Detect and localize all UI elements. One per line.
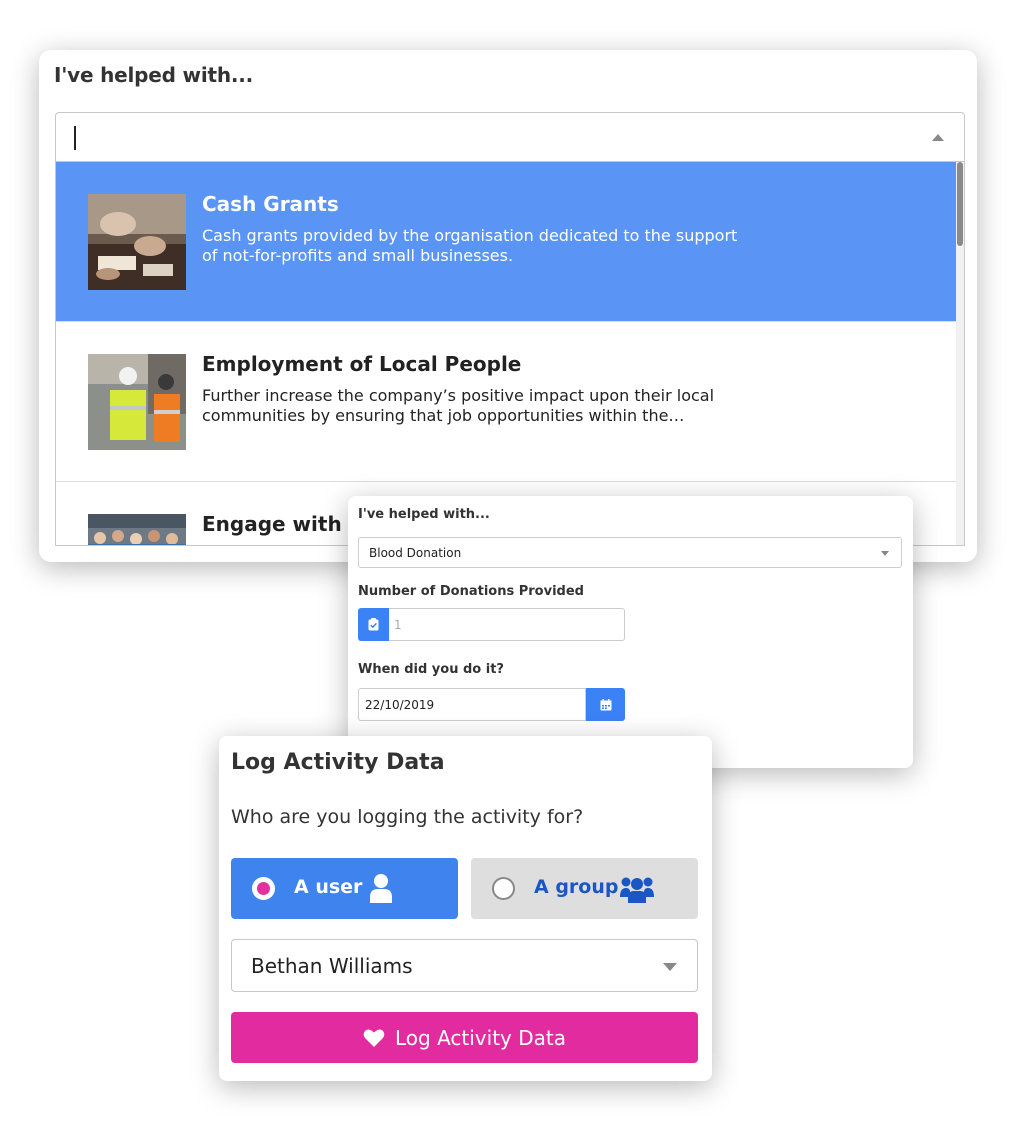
option-description: Further increase the company’s positive … [202, 386, 715, 425]
scrollbar-thumb[interactable] [957, 162, 963, 246]
radio-option-user[interactable]: A user [231, 858, 458, 919]
helped-with-search-input[interactable] [55, 112, 965, 162]
chevron-down-icon [663, 963, 677, 971]
clipboard-check-icon [358, 608, 389, 641]
date-value: 22/10/2019 [365, 698, 435, 712]
cash-grants-thumbnail [88, 194, 186, 290]
date-label: When did you do it? [358, 662, 504, 677]
donations-input[interactable]: 1 [389, 608, 625, 641]
helped-with-select[interactable]: Blood Donation [358, 537, 902, 568]
logging-for-question: Who are you logging the activity for? [231, 806, 584, 828]
log-activity-title: Log Activity Data [231, 750, 445, 775]
option-title: Cash Grants [202, 192, 339, 216]
heart-icon [363, 1028, 385, 1048]
option-description: Cash grants provided by the organisation… [202, 226, 738, 265]
radio-group-label: A group [534, 876, 619, 898]
option-title: Employment of Local People [202, 352, 522, 376]
log-activity-button[interactable]: Log Activity Data [231, 1012, 698, 1063]
option-employment-local-people[interactable]: Employment of Local People Further incre… [56, 322, 958, 482]
option-cash-grants[interactable]: Cash Grants Cash grants provided by the … [56, 162, 958, 322]
radio-user-selected[interactable] [252, 877, 275, 900]
calendar-icon [600, 698, 611, 710]
donations-field: 1 [358, 608, 625, 641]
helped-with-value: Blood Donation [369, 546, 462, 560]
scrollbar[interactable] [956, 162, 964, 545]
radio-option-group[interactable]: A group [471, 858, 698, 919]
radio-group-unselected[interactable] [492, 877, 515, 900]
activity-detail-form: I've helped with... Blood Donation Numbe… [348, 496, 913, 768]
log-activity-button-label: Log Activity Data [395, 1025, 566, 1050]
helped-with-label: I've helped with... [358, 507, 490, 522]
employment-thumbnail [88, 354, 186, 450]
chevron-up-icon[interactable] [932, 134, 944, 141]
person-select[interactable]: Bethan Williams [231, 939, 698, 992]
calendar-button[interactable] [586, 688, 625, 721]
log-activity-panel: Log Activity Data Who are you logging th… [219, 736, 712, 1081]
donations-label: Number of Donations Provided [358, 584, 584, 599]
chevron-down-icon [881, 551, 889, 556]
options-list: Cash Grants Cash grants provided by the … [55, 162, 965, 546]
date-field: 22/10/2019 [358, 688, 625, 721]
engage-thumbnail [88, 514, 186, 545]
user-icon [369, 873, 393, 907]
text-caret [74, 126, 76, 150]
helped-with-dropdown-panel: I've helped with... Cash Grants Cash gra… [39, 50, 977, 562]
users-group-icon [620, 875, 654, 907]
date-input[interactable]: 22/10/2019 [358, 688, 586, 721]
radio-user-label: A user [294, 876, 363, 898]
panel-title: I've helped with... [54, 63, 254, 87]
donations-placeholder: 1 [394, 618, 402, 632]
person-select-value: Bethan Williams [251, 954, 413, 978]
